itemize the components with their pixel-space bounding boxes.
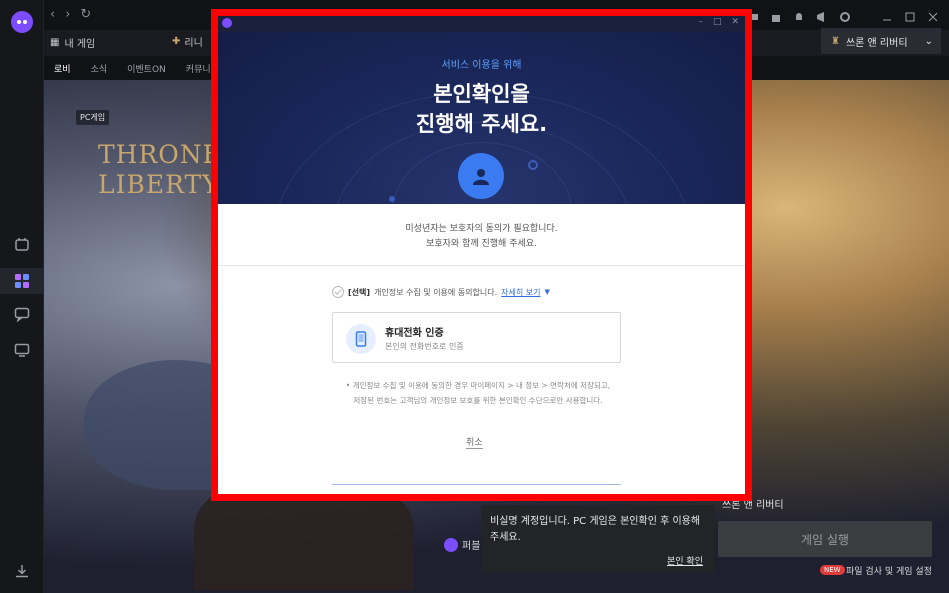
phone-verification-sub: 본인의 전화번호로 인증 <box>385 342 464 351</box>
pc-game-badge: PC게임 <box>76 110 110 125</box>
grid-small-icon: ▦ <box>50 37 60 48</box>
modal-titlebar: – □ ✕ <box>218 16 745 32</box>
forward-icon[interactable]: › <box>65 7 70 22</box>
modal-maximize-icon[interactable]: □ <box>713 17 722 27</box>
app-window: PC게임 THRONE LIBERTY ‹ › ↻ ▦ 내 게임 ✚ 리니 ♜ … <box>0 0 949 593</box>
modal-minimize-icon[interactable]: – <box>698 17 703 27</box>
nav-controls: ‹ › ↻ <box>50 7 91 22</box>
decor-ring <box>528 160 538 170</box>
phone-verification-title: 휴대전화 인증 <box>385 328 444 339</box>
refresh-icon[interactable]: ↻ <box>80 7 91 22</box>
file-check-link[interactable]: 파일 검사 및 게임 설정 <box>846 564 932 577</box>
publisher-icon <box>444 537 458 552</box>
window-controls <box>724 8 939 23</box>
minimize-icon[interactable] <box>881 8 893 21</box>
modal-close-icon[interactable]: ✕ <box>731 17 739 27</box>
modal-subtitle: 서비스 이용을 위해 <box>441 60 522 71</box>
cancel-button[interactable]: 취소 <box>466 435 483 449</box>
back-icon[interactable]: ‹ <box>50 7 55 22</box>
game-logo: THRONE LIBERTY <box>98 140 222 199</box>
user-icon <box>457 153 504 199</box>
bell-icon[interactable] <box>793 8 805 20</box>
grid-icon[interactable] <box>0 268 44 294</box>
guardian-notice: 미성년자는 보호자의 동의가 필요합니다. 보호자와 함께 진행해 주세요. <box>218 204 745 266</box>
subnav-lobby[interactable]: 로비 <box>44 56 81 80</box>
maximize-icon[interactable] <box>904 8 916 22</box>
verification-toast: 비실명 계정입니다. PC 게임은 본인확인 후 이용해 주세요. 본인 확인 <box>481 505 715 573</box>
phone-verification-button[interactable]: 휴대전화 인증 본인의 전화번호로 인증 <box>332 312 621 363</box>
tl-game-icon: ♜ <box>831 35 840 47</box>
consent-checkbox[interactable] <box>332 286 344 298</box>
gear-icon[interactable] <box>839 8 851 22</box>
consent-row: [선택] 개인정보 수집 및 이용에 동의합니다. 자세히 보기 ▼ <box>332 286 550 298</box>
close-icon[interactable] <box>927 8 939 22</box>
tab-active-game[interactable]: ♜ 쓰론 앤 리버티 ⌄ <box>821 28 941 54</box>
identity-verification-modal: – □ ✕ 서비스 이용을 위해 본인확인을 진행해 주세요. 미성년자는 보호… <box>218 16 745 494</box>
subnav-news[interactable]: 소식 <box>81 56 118 80</box>
game-launch-button[interactable]: 게임 실행 <box>718 521 932 557</box>
publisher-profile[interactable]: 퍼블 <box>444 537 480 552</box>
chevron-down-icon: ⌄ <box>924 35 933 47</box>
shop-icon[interactable] <box>12 234 32 254</box>
gift-icon[interactable] <box>770 8 782 22</box>
new-badge: NEW <box>820 565 845 575</box>
modal-hero: 서비스 이용을 위해 본인확인을 진행해 주세요. <box>218 32 745 204</box>
chat-icon[interactable] <box>12 304 32 324</box>
screen-icon[interactable] <box>12 340 32 360</box>
toast-message: 비실명 계정입니다. PC 게임은 본인확인 후 이용해 주세요. <box>490 516 701 543</box>
app-small-icon <box>222 18 232 28</box>
modal-divider <box>332 484 621 485</box>
tab-lineage[interactable]: ✚ 리니 <box>172 34 203 49</box>
app-logo-icon[interactable] <box>11 11 33 33</box>
left-rail <box>0 0 44 593</box>
download-icon[interactable] <box>14 563 30 579</box>
modal-window-controls: – □ ✕ <box>698 17 739 27</box>
modal-title: 본인확인을 진행해 주세요. <box>415 82 548 136</box>
verify-link[interactable]: 본인 확인 <box>667 554 703 567</box>
phone-icon <box>346 324 376 354</box>
consent-detail-link[interactable]: 자세히 보기 <box>501 287 540 298</box>
tab-my-games[interactable]: ▦ 내 게임 <box>50 35 95 50</box>
lineage-icon: ✚ <box>172 36 181 47</box>
decor-dot <box>389 196 395 202</box>
caret-down-icon[interactable]: ▼ <box>545 288 550 296</box>
megaphone-icon[interactable] <box>816 8 828 22</box>
castle-art <box>194 490 414 590</box>
privacy-info: • 개인정보 수집 및 이용에 동의한 경우 마이페이지 > 내 정보 > 연락… <box>345 381 611 405</box>
subnav-event[interactable]: 이벤트ON <box>117 56 176 80</box>
